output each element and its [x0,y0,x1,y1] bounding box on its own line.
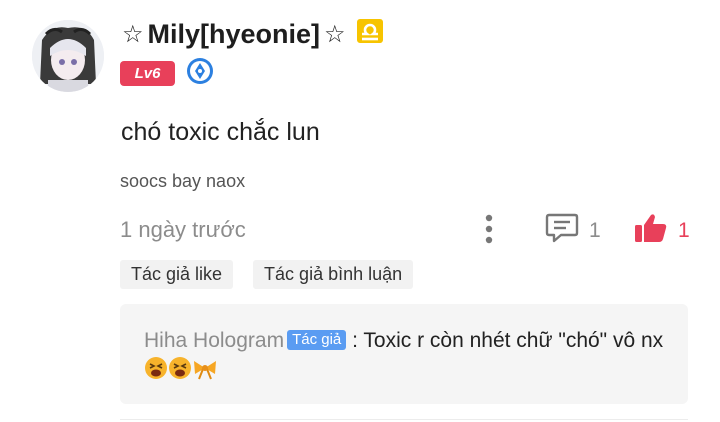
reply-preview[interactable]: Hiha Hologram Tác giả : Toxic r còn nhét … [120,304,688,404]
tired-face-emoji [168,356,192,388]
author-tags: Tác giả like Tác giả bình luận [120,260,414,289]
post-title: chó toxic chắc lun [121,118,320,146]
more-vertical-icon[interactable] [479,213,499,245]
comment-count: 1 [589,218,601,242]
pen-badge-icon [186,57,214,90]
author-badge: Tác giả [287,330,347,350]
reply-separator: : [346,329,364,352]
tag-author-comment: Tác giả bình luận [253,260,414,289]
like-count: 1 [678,218,690,242]
like-button[interactable]: 1 [634,212,690,249]
post-body: soocs bay naox [120,171,246,191]
comment-button[interactable]: 1 [545,212,601,249]
star-left: ☆ [122,21,144,48]
tired-face-emoji [144,356,168,388]
user-badges: Lv6 [120,57,214,90]
avatar[interactable] [32,20,104,92]
comment-icon [545,212,579,249]
thumbs-up-icon [634,212,668,249]
star-right: ☆ [324,21,346,48]
bow-emoji [192,358,218,388]
tag-author-like: Tác giả like [120,260,234,289]
divider [120,419,688,420]
libra-icon [356,18,384,51]
post-timestamp: 1 ngày trước [120,217,246,242]
level-badge: Lv6 [120,61,175,86]
reply-content: Hiha Hologram Tác giả : Toxic r còn nhét … [144,326,664,388]
username-text: Mily[hyeonie] [147,19,321,49]
reply-text: Toxic r còn nhét chữ "chó" vô nx [363,329,664,352]
reply-author[interactable]: Hiha Hologram [144,329,284,352]
username[interactable]: ☆ Mily[hyeonie] ☆ [122,18,384,51]
